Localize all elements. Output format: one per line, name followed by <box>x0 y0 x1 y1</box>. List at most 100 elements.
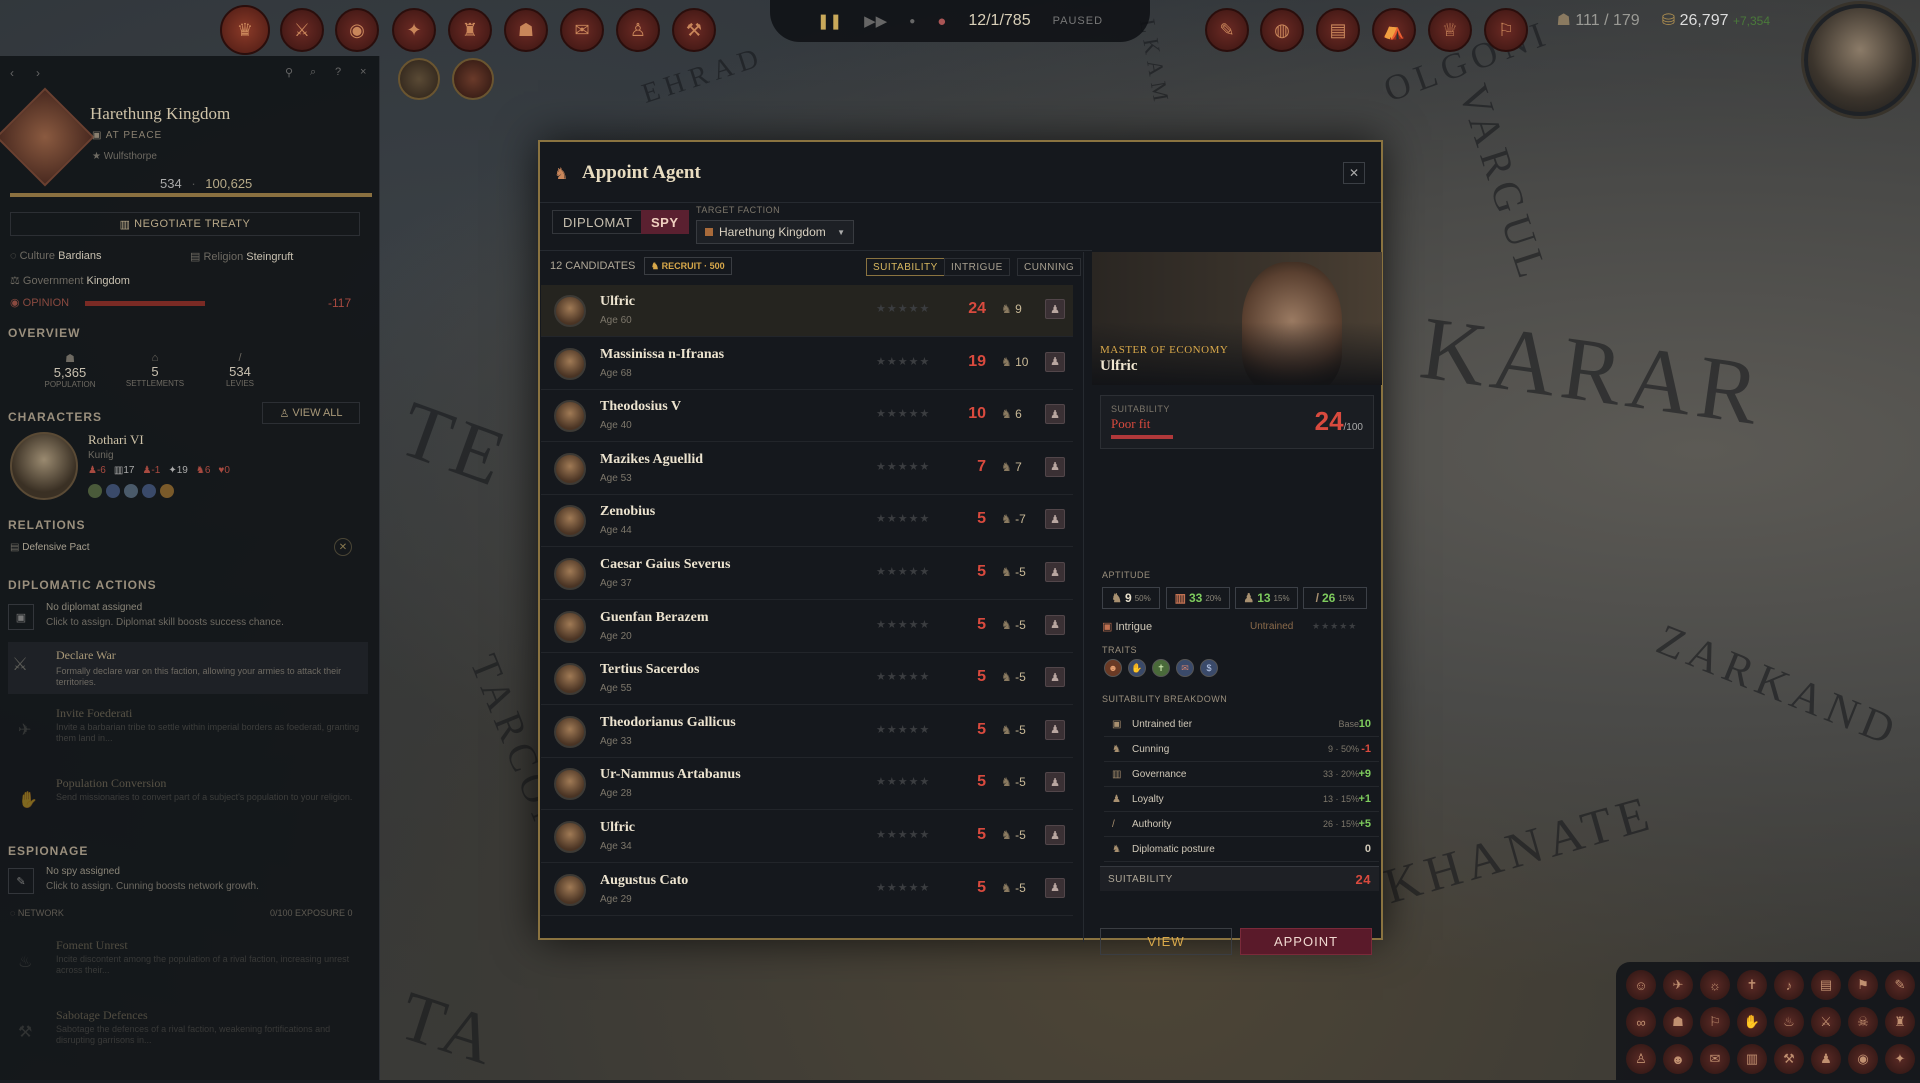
action-declare-war[interactable]: ⚔ Declare War Formally declare war on th… <box>8 642 368 694</box>
swords-icon[interactable]: ⚔ <box>1811 1007 1841 1037</box>
trait-icon[interactable] <box>106 484 120 498</box>
assign-diplomat-slot[interactable]: ▣ No diplomat assigned Click to assign. … <box>8 600 368 636</box>
candidate-row[interactable]: Ulfric Age 60 ★★★★★ 24 ♞ 9 ♟ <box>541 285 1073 337</box>
assign-candidate-button[interactable]: ♟ <box>1045 299 1065 319</box>
trait-icon[interactable]: ☻ <box>1104 659 1122 677</box>
trait-icon[interactable] <box>124 484 138 498</box>
trophy-icon[interactable]: ♕ <box>1428 8 1472 52</box>
skull-icon[interactable]: ☠ <box>1848 1007 1878 1037</box>
close-icon[interactable]: × <box>360 66 366 78</box>
letter-icon[interactable]: ✉ <box>1700 1044 1730 1074</box>
appoint-button[interactable]: APPOINT <box>1240 928 1372 955</box>
assign-candidate-button[interactable]: ♟ <box>1045 404 1065 425</box>
ledger-icon[interactable]: ▥ <box>1737 1044 1767 1074</box>
relation-icon[interactable]: ✕ <box>334 538 352 556</box>
crown-icon[interactable]: ♛ <box>220 5 270 55</box>
action-invite-foederati[interactable]: ✈ Invite Foederati Invite a barbarian tr… <box>8 700 368 760</box>
unit-portrait-icon[interactable] <box>398 58 440 100</box>
sword-icon[interactable]: ⚔ <box>280 8 324 52</box>
candidate-row[interactable]: Guenfan Berazem Age 20 ★★★★★ 5 ♞ -5 ♟ <box>541 601 1073 653</box>
face-icon[interactable]: ☺ <box>1626 970 1656 1000</box>
assign-candidate-button[interactable]: ♟ <box>1045 667 1065 688</box>
target-faction-select[interactable]: Harethung Kingdom ▼ <box>696 220 854 244</box>
candidate-row[interactable]: Mazikes Aguellid Age 53 ★★★★★ 7 ♞ 7 ♟ <box>541 443 1073 495</box>
close-button[interactable]: ✕ <box>1343 162 1365 184</box>
dove-icon[interactable]: ✈ <box>1663 970 1693 1000</box>
smile-icon[interactable]: ☻ <box>1663 1044 1693 1074</box>
coin-icon[interactable]: ◉ <box>1848 1044 1878 1074</box>
tower-icon[interactable]: ♜ <box>1885 1007 1915 1037</box>
sort-suitability[interactable]: SUITABILITY <box>866 258 945 276</box>
action-foment-unrest[interactable]: ♨ Foment Unrest Incite discontent among … <box>8 932 368 992</box>
sort-cunning[interactable]: CUNNING <box>1017 258 1082 276</box>
assign-spy-slot[interactable]: ✎ No spy assigned Click to assign. Cunni… <box>8 864 368 900</box>
candidate-row[interactable]: Theodosius V Age 40 ★★★★★ 10 ♞ 6 ♟ <box>541 390 1073 443</box>
sort-intrigue[interactable]: INTRIGUE <box>944 258 1010 276</box>
assign-candidate-button[interactable]: ♟ <box>1045 614 1065 635</box>
sun-icon[interactable]: ☼ <box>1700 970 1730 1000</box>
assign-candidate-button[interactable]: ♟ <box>1045 772 1065 793</box>
assign-candidate-button[interactable]: ♟ <box>1045 562 1065 582</box>
book-icon[interactable]: ▤ <box>1811 970 1841 1000</box>
flag-icon[interactable]: ⚐ <box>1700 1007 1730 1037</box>
coin-icon[interactable]: ◉ <box>335 8 379 52</box>
tab-spy[interactable]: SPY <box>641 210 689 234</box>
candidate-row[interactable]: Zenobius Age 44 ★★★★★ 5 ♞ -7 ♟ <box>541 495 1073 548</box>
assign-candidate-button[interactable]: ♟ <box>1045 456 1065 477</box>
pin-icon[interactable]: ⚲ <box>285 66 293 79</box>
tent-icon[interactable]: ⛺ <box>1372 8 1416 52</box>
trait-icon[interactable]: ✉ <box>1176 659 1194 677</box>
cross-icon[interactable]: ✝ <box>1737 970 1767 1000</box>
view-button[interactable]: VIEW <box>1100 928 1232 955</box>
people-icon[interactable]: ☗ <box>1663 1007 1693 1037</box>
unit-portrait-icon[interactable] <box>452 58 494 100</box>
action-sabotage-defences[interactable]: ⚒ Sabotage Defences Sabotage the defence… <box>8 1002 368 1062</box>
scroll-icon[interactable]: ✉ <box>560 8 604 52</box>
book-icon[interactable]: ✎ <box>1205 8 1249 52</box>
view-all-button[interactable]: ♙ VIEW ALL <box>262 402 360 424</box>
people-icon[interactable]: ☗ <box>504 8 548 52</box>
candidate-row[interactable]: Tertius Sacerdos Age 55 ★★★★★ 5 ♞ -5 ♟ <box>541 653 1073 706</box>
candidate-row[interactable]: Augustus Cato Age 29 ★★★★★ 5 ♞ -5 ♟ <box>541 864 1073 916</box>
recruit-button[interactable]: ♞ RECRUIT · 500 <box>644 257 732 275</box>
player-portrait[interactable] <box>1804 4 1916 116</box>
hammer-icon[interactable]: ⚒ <box>1774 1044 1804 1074</box>
candidate-row[interactable]: Ur-Nammus Artabanus Age 28 ★★★★★ 5 ♞ -5 ♟ <box>541 758 1073 811</box>
banner-icon[interactable]: ⚑ <box>1848 970 1878 1000</box>
action-population-conversion[interactable]: ✋ Population Conversion Send missionarie… <box>8 770 368 830</box>
pawn-icon[interactable]: ♙ <box>1626 1044 1656 1074</box>
tools-icon[interactable]: ⚒ <box>672 8 716 52</box>
figure-icon[interactable]: ♟ <box>1811 1044 1841 1074</box>
fire-icon[interactable]: ♨ <box>1774 1007 1804 1037</box>
trait-icon[interactable]: $ <box>1200 659 1218 677</box>
assign-candidate-button[interactable]: ♟ <box>1045 351 1065 372</box>
axe-icon[interactable]: ⚐ <box>1484 8 1528 52</box>
quill-icon[interactable]: ✎ <box>1885 970 1915 1000</box>
candidate-row[interactable]: Caesar Gaius Severus Age 37 ★★★★★ 5 ♞ -5 ♟ <box>541 548 1073 600</box>
tab-diplomat[interactable]: DIPLOMAT <box>552 210 644 234</box>
candidate-row[interactable]: Ulfric Age 34 ★★★★★ 5 ♞ -5 ♟ <box>541 811 1073 863</box>
globe-icon[interactable]: ◍ <box>1260 8 1304 52</box>
star-icon[interactable]: ✦ <box>1885 1044 1915 1074</box>
faith-icon[interactable]: ✦ <box>392 8 436 52</box>
trait-icon[interactable] <box>88 484 102 498</box>
candidate-row[interactable]: Massinissa n-Ifranas Age 68 ★★★★★ 19 ♞ 10 ♟ <box>541 338 1073 390</box>
assign-candidate-button[interactable]: ♟ <box>1045 877 1065 898</box>
assign-candidate-button[interactable]: ♟ <box>1045 719 1065 740</box>
assign-candidate-button[interactable]: ♟ <box>1045 509 1065 530</box>
search-icon[interactable]: ⌕ <box>310 66 316 79</box>
candidate-row[interactable]: Theodorianus Gallicus Age 33 ★★★★★ 5 ♞ -5 ♟ <box>541 706 1073 758</box>
negotiate-treaty-button[interactable]: ▥ NEGOTIATE TREATY <box>10 212 360 236</box>
helmet-icon[interactable]: ♜ <box>448 8 492 52</box>
pause-icon[interactable]: ❚❚ <box>817 12 842 30</box>
trait-icon[interactable]: ✝ <box>1152 659 1170 677</box>
ruler-portrait[interactable] <box>10 432 78 500</box>
nav-forward-icon[interactable]: › <box>36 66 40 80</box>
rings-icon[interactable]: ∞ <box>1626 1007 1656 1037</box>
help-icon[interactable]: ? <box>335 66 341 78</box>
trait-icon[interactable] <box>160 484 174 498</box>
ledger-icon[interactable]: ▤ <box>1316 8 1360 52</box>
trait-icon[interactable]: ✋ <box>1128 659 1146 677</box>
figure-icon[interactable]: ♙ <box>616 8 660 52</box>
trait-icon[interactable] <box>142 484 156 498</box>
